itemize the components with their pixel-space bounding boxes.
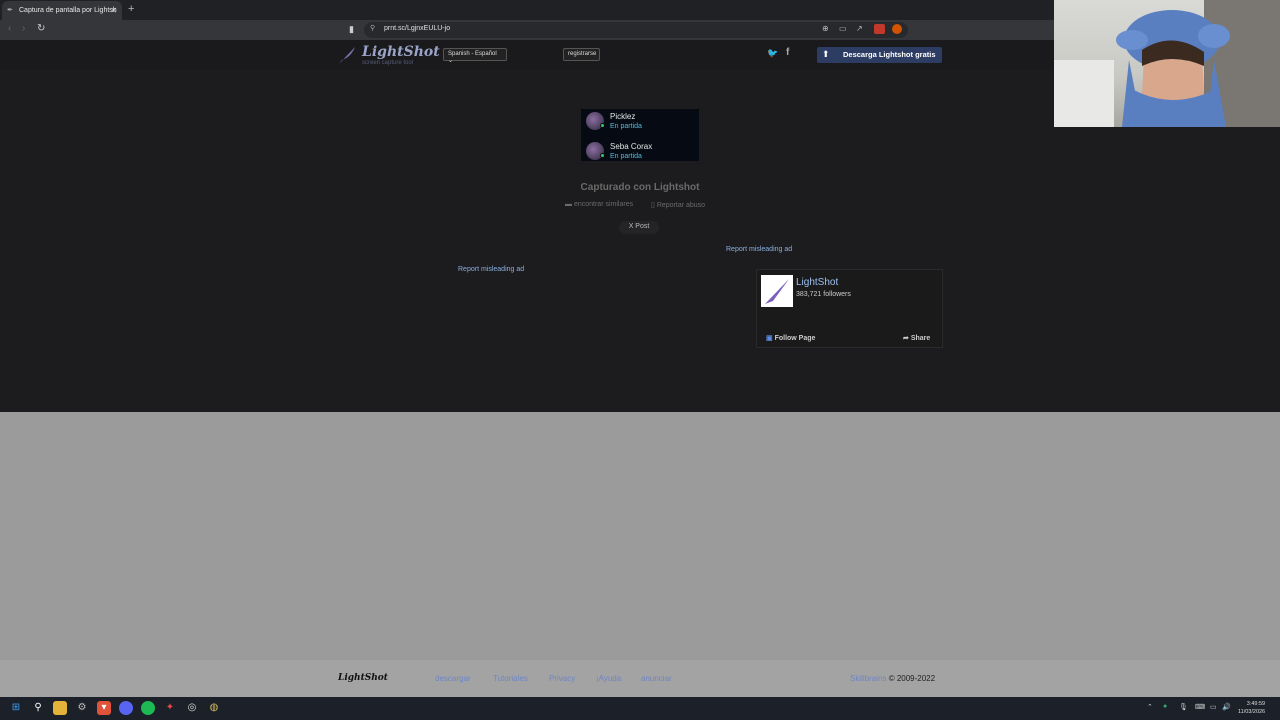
share-label: Share: [910, 335, 931, 342]
report-abuse-label: Reportar abuso: [656, 202, 706, 209]
clock[interactable]: 3:49:59 11/03/2026: [1238, 700, 1265, 716]
forward-icon[interactable]: ›: [22, 23, 25, 34]
fb-followers-count: 383,721 followers: [796, 291, 851, 298]
footer-logo[interactable]: LightShot: [338, 673, 388, 683]
player-status: En partida: [610, 153, 642, 160]
app-icon[interactable]: ✦: [163, 701, 177, 715]
volume-icon[interactable]: 🔊: [1222, 703, 1231, 711]
date: 11/03/2026: [1238, 709, 1266, 715]
find-similar-label: encontrar similares: [573, 201, 634, 208]
footer-link-download[interactable]: descargar: [435, 674, 471, 683]
screen-icon[interactable]: ▭: [839, 24, 847, 33]
webcam-overlay: [1054, 0, 1280, 127]
online-indicator: [600, 153, 605, 158]
feather-logo-icon: [339, 47, 355, 64]
browser-tab[interactable]: ✒ Captura de pantalla por Lightsh ✕: [2, 1, 122, 20]
follow-label: Follow Page: [774, 335, 816, 342]
facebook-icon[interactable]: f: [786, 47, 789, 58]
player-name: Seba Corax: [610, 142, 653, 151]
brave-icon[interactable]: ▾: [97, 701, 111, 715]
url-text[interactable]: prnt.sc/LgjnxEULU-jo: [384, 25, 450, 32]
fb-page-name[interactable]: LightShot: [796, 277, 838, 288]
keyboard-icon[interactable]: ⌨: [1195, 703, 1205, 711]
language-select[interactable]: Spanish - Español ⌄: [443, 48, 507, 64]
footer-link-privacy[interactable]: Privacy: [549, 674, 575, 683]
footer-link-advertise[interactable]: anunciar: [641, 674, 672, 683]
x-post-button[interactable]: X Post: [619, 221, 659, 234]
image-icon: ▬: [565, 201, 572, 208]
back-icon[interactable]: ‹: [8, 23, 11, 34]
file-explorer-icon[interactable]: [53, 701, 67, 715]
footer-link-help[interactable]: ¡Ayuda: [596, 674, 621, 683]
site-footer: [0, 660, 1280, 697]
share-button[interactable]: ➦ Share: [903, 334, 930, 342]
bookmark-icon[interactable]: ▮: [349, 24, 354, 35]
network-icon[interactable]: ▭: [1210, 703, 1217, 711]
language-value: Spanish - Español: [448, 51, 497, 57]
site-logo[interactable]: LightShot: [362, 44, 440, 60]
site-tagline: screen capture tool: [362, 60, 414, 66]
page-background-panel: [0, 412, 1280, 660]
rewards-icon[interactable]: [892, 24, 902, 34]
copyright-text: © 2009-2022: [888, 674, 936, 683]
tab-title: Captura de pantalla por Lightsh: [19, 7, 117, 14]
lightshot-page-thumbnail[interactable]: [761, 275, 793, 307]
new-tab-icon[interactable]: +: [128, 3, 134, 15]
register-button[interactable]: registrarse: [563, 48, 600, 61]
report-abuse-link[interactable]: ▯ Reportar abuso: [651, 201, 705, 209]
discord-icon[interactable]: [119, 701, 133, 715]
brave-shield-icon[interactable]: [874, 24, 885, 34]
spotify-icon[interactable]: [141, 701, 155, 715]
footer-link-tutorials[interactable]: Tutoriales: [493, 674, 528, 683]
reload-icon[interactable]: ↻: [37, 23, 45, 34]
time: 3:49:59: [1246, 701, 1266, 707]
chevron-down-icon: ⌄: [448, 58, 454, 64]
find-similar-link[interactable]: ▬ encontrar similares: [565, 201, 633, 208]
share-icon: ➦: [903, 335, 909, 342]
facebook-icon: ▣: [766, 335, 773, 342]
follow-page-button[interactable]: ▣ Follow Page: [766, 334, 815, 342]
player-status: En partida: [610, 123, 642, 130]
tray-app-icon[interactable]: ●: [1163, 703, 1167, 710]
settings-icon[interactable]: ⚙: [75, 701, 89, 715]
download-icon: ⬆: [822, 49, 830, 59]
report-ad-link[interactable]: Report misleading ad: [458, 266, 524, 273]
twitter-icon[interactable]: 🐦: [767, 48, 778, 59]
download-button[interactable]: Descarga Lightshot gratis: [817, 47, 942, 63]
player-name: Picklez: [610, 112, 636, 121]
report-ad-link[interactable]: Report misleading ad: [726, 246, 792, 253]
streamer-webcam-image: [1054, 0, 1280, 127]
lightshot-favicon-icon: ✒: [7, 6, 13, 14]
company-link[interactable]: Skillbrains: [850, 674, 886, 683]
app-icon[interactable]: ◍: [207, 701, 221, 715]
online-indicator: [600, 123, 605, 128]
zoom-icon[interactable]: ⊕: [822, 24, 829, 33]
chrome-icon[interactable]: ◎: [185, 701, 199, 715]
copyright: Skillbrains © 2009-2022: [850, 674, 935, 683]
microphone-icon[interactable]: 🎙: [1179, 703, 1188, 711]
site-info-icon[interactable]: ⚲: [370, 24, 375, 32]
share-icon[interactable]: ↗: [856, 24, 863, 33]
close-tab-icon[interactable]: ✕: [110, 6, 117, 15]
search-icon[interactable]: ⚲: [31, 701, 45, 715]
windows-start-icon[interactable]: ⊞: [9, 701, 23, 715]
trash-icon: ▯: [651, 202, 655, 209]
chevron-up-icon[interactable]: ⌃: [1147, 703, 1153, 711]
captured-with-text: Capturado con Lightshot: [580, 182, 700, 193]
